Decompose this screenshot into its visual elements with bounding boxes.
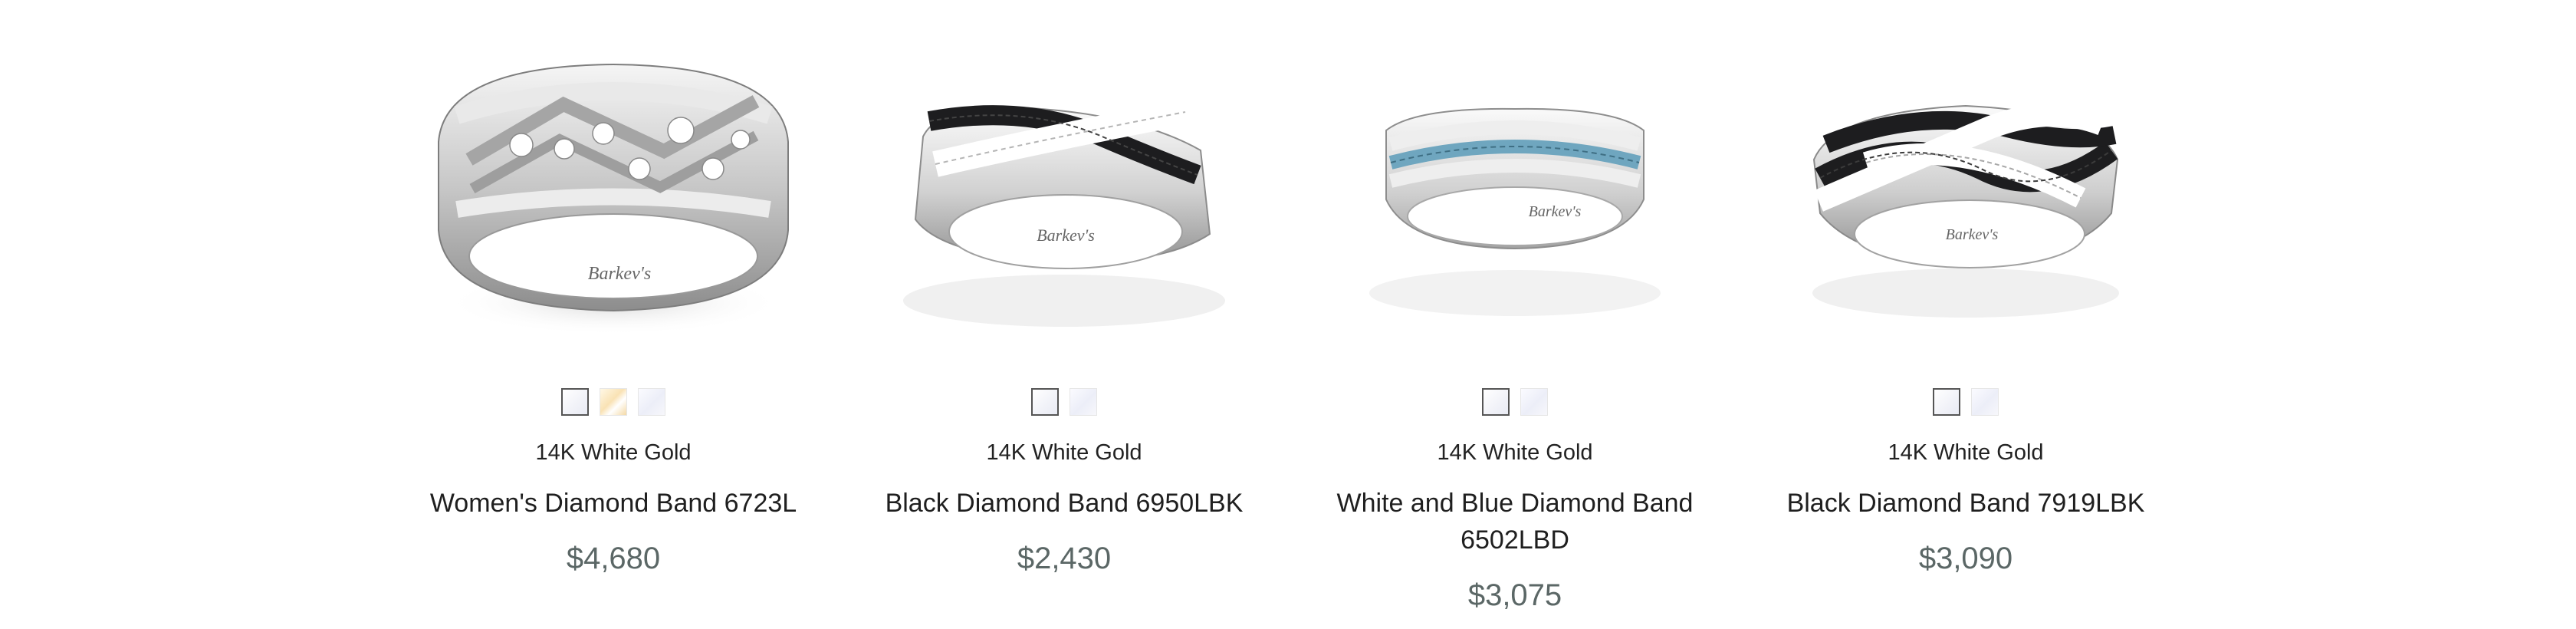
metal-swatches <box>1751 388 2180 416</box>
ring-engraving: Barkev's <box>588 264 651 284</box>
swatch-platinum[interactable] <box>1971 388 1999 416</box>
swatch-platinum[interactable] <box>638 388 665 416</box>
product-name[interactable]: Black Diamond Band 6950LBK <box>872 485 1256 522</box>
swatch-platinum[interactable] <box>1520 388 1548 416</box>
metal-swatches <box>849 388 1279 416</box>
metal-label: 14K White Gold <box>1888 440 2044 465</box>
product-card[interactable]: Barkev's 14K White Gold Black Diamond Ba… <box>849 0 1279 629</box>
product-name[interactable]: Black Diamond Band 7919LBK <box>1774 485 2157 522</box>
product-image[interactable]: Barkev's <box>849 0 1279 368</box>
product-price: $3,075 <box>1467 578 1562 612</box>
product-card[interactable]: Barkev's 14K White Gold White and Blue D… <box>1300 0 1730 629</box>
swatch-platinum[interactable] <box>1070 388 1097 416</box>
ring-engraving: Barkev's <box>1946 226 1999 243</box>
metal-label: 14K White Gold <box>535 440 692 465</box>
product-grid: Barkev's 14K White Gold Women's Diamond … <box>0 0 2576 629</box>
product-price: $4,680 <box>566 542 661 575</box>
metal-label: 14K White Gold <box>986 440 1142 465</box>
product-name[interactable]: Women's Diamond Band 6723L <box>422 485 805 522</box>
swatch-white-gold[interactable] <box>1482 388 1510 416</box>
metal-swatches <box>399 388 828 416</box>
product-card[interactable]: Barkev's 14K White Gold Women's Diamond … <box>399 0 828 629</box>
swatch-white-gold[interactable] <box>561 388 589 416</box>
ring-engraving: Barkev's <box>1529 203 1582 220</box>
ring-engraving: Barkev's <box>1037 226 1095 245</box>
swatch-yellow-gold[interactable] <box>600 388 627 416</box>
product-image[interactable]: Barkev's <box>399 0 828 368</box>
product-price: $3,090 <box>1918 542 2013 575</box>
swatch-white-gold[interactable] <box>1933 388 1960 416</box>
product-image[interactable]: Barkev's <box>1751 0 2180 368</box>
product-card[interactable]: Barkev's 14K White Gold Black Diamond Ba… <box>1751 0 2180 629</box>
metal-swatches <box>1300 388 1730 416</box>
product-image[interactable]: Barkev's <box>1300 0 1730 368</box>
swatch-white-gold[interactable] <box>1031 388 1059 416</box>
product-price: $2,430 <box>1017 542 1112 575</box>
product-name[interactable]: White and Blue Diamond Band 6502LBD <box>1323 485 1707 558</box>
metal-label: 14K White Gold <box>1437 440 1593 465</box>
